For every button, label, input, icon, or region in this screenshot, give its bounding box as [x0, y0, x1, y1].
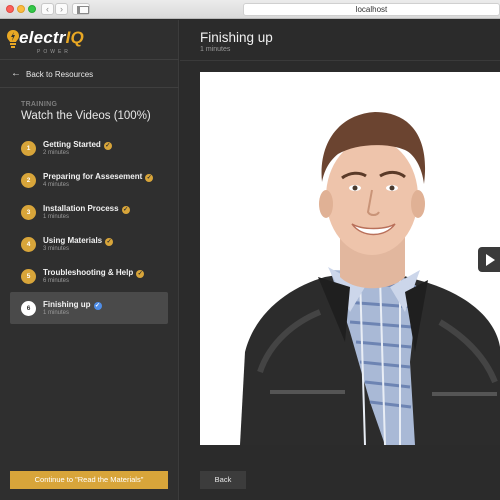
logo-subtitle: POWER: [37, 49, 71, 55]
section-label: TRAINING: [21, 101, 58, 108]
close-window-button[interactable]: [6, 5, 14, 13]
browser-forward-button[interactable]: ›: [55, 3, 68, 15]
step-item-preparing[interactable]: 2 Preparing for Assesement ✓ 4 minutes: [10, 164, 168, 196]
play-icon[interactable]: [478, 247, 500, 272]
step-number: 6: [21, 301, 36, 316]
step-title-wrap: Installation Process ✓: [43, 204, 130, 214]
sidebar-toggle-icon[interactable]: [72, 3, 90, 15]
step-number: 3: [21, 205, 36, 220]
step-duration: 3 minutes: [43, 246, 70, 252]
main-content: Finishing up 1 minutes Back: [180, 20, 500, 500]
step-list: 1 Getting Started ✓ 2 minutes 2 Preparing…: [10, 132, 168, 324]
step-duration: 1 minutes: [43, 310, 70, 316]
step-title: Troubleshooting & Help: [43, 268, 134, 277]
divider: [0, 87, 179, 88]
logo-wordmark: electrIQ: [19, 28, 84, 47]
step-title-wrap: Getting Started ✓: [43, 140, 112, 150]
step-number: 2: [21, 173, 36, 188]
step-item-installation[interactable]: 3 Installation Process ✓ 1 minutes: [10, 196, 168, 228]
step-title-wrap: Preparing for Assesement ✓: [43, 172, 154, 182]
step-item-using-materials[interactable]: 4 Using Materials ✓ 3 minutes: [10, 228, 168, 260]
step-title-wrap: Using Materials ✓: [43, 236, 114, 246]
step-duration: 4 minutes: [43, 182, 70, 188]
step-title-wrap: Finishing up ✓: [43, 300, 102, 310]
divider: [0, 59, 179, 60]
check-circle-icon: ✓: [121, 206, 130, 214]
presenter-video-frame: [200, 72, 500, 445]
arrow-left-icon: ←: [11, 68, 21, 79]
step-number: 4: [21, 237, 36, 252]
video-title: Finishing up: [200, 30, 273, 45]
address-bar[interactable]: localhost: [243, 3, 500, 16]
back-button[interactable]: Back: [200, 471, 246, 489]
zoom-window-button[interactable]: [28, 5, 36, 13]
step-number: 1: [21, 141, 36, 156]
step-title: Finishing up: [43, 300, 91, 309]
check-circle-icon: ✓: [145, 174, 154, 182]
sidebar: electrIQ POWER ← Back to Resources TRAIN…: [0, 20, 179, 500]
step-duration: 2 minutes: [43, 150, 70, 156]
step-duration: 1 minutes: [43, 214, 70, 220]
step-duration: 6 minutes: [43, 278, 70, 284]
check-circle-icon: ✓: [93, 302, 102, 310]
back-to-resources-label: Back to Resources: [26, 69, 94, 79]
step-item-troubleshooting[interactable]: 5 Troubleshooting & Help ✓ 6 minutes: [10, 260, 168, 292]
browser-toolbar: ‹ › localhost: [0, 0, 500, 19]
back-to-resources-link[interactable]: ← Back to Resources: [11, 68, 93, 80]
bulb-bolt-icon: [7, 30, 19, 48]
check-circle-icon: ✓: [105, 238, 114, 246]
step-title: Getting Started: [43, 140, 101, 149]
check-circle-icon: ✓: [136, 270, 145, 278]
step-title: Preparing for Assesement: [43, 172, 143, 181]
minimize-window-button[interactable]: [17, 5, 25, 13]
divider: [180, 60, 500, 61]
step-title-wrap: Troubleshooting & Help ✓: [43, 268, 145, 278]
video-duration: 1 minutes: [200, 46, 231, 53]
step-title: Using Materials: [43, 236, 103, 245]
continue-button[interactable]: Continue to "Read the Materials": [10, 471, 168, 489]
step-number: 5: [21, 269, 36, 284]
step-title: Installation Process: [43, 204, 119, 213]
step-item-finishing-up[interactable]: 6 Finishing up ✓ 1 minutes: [10, 292, 168, 324]
step-item-getting-started[interactable]: 1 Getting Started ✓ 2 minutes: [10, 132, 168, 164]
check-circle-icon: ✓: [103, 142, 112, 150]
video-player[interactable]: [200, 72, 500, 445]
browser-back-button[interactable]: ‹: [41, 3, 54, 15]
section-title: Watch the Videos (100%): [21, 110, 151, 122]
